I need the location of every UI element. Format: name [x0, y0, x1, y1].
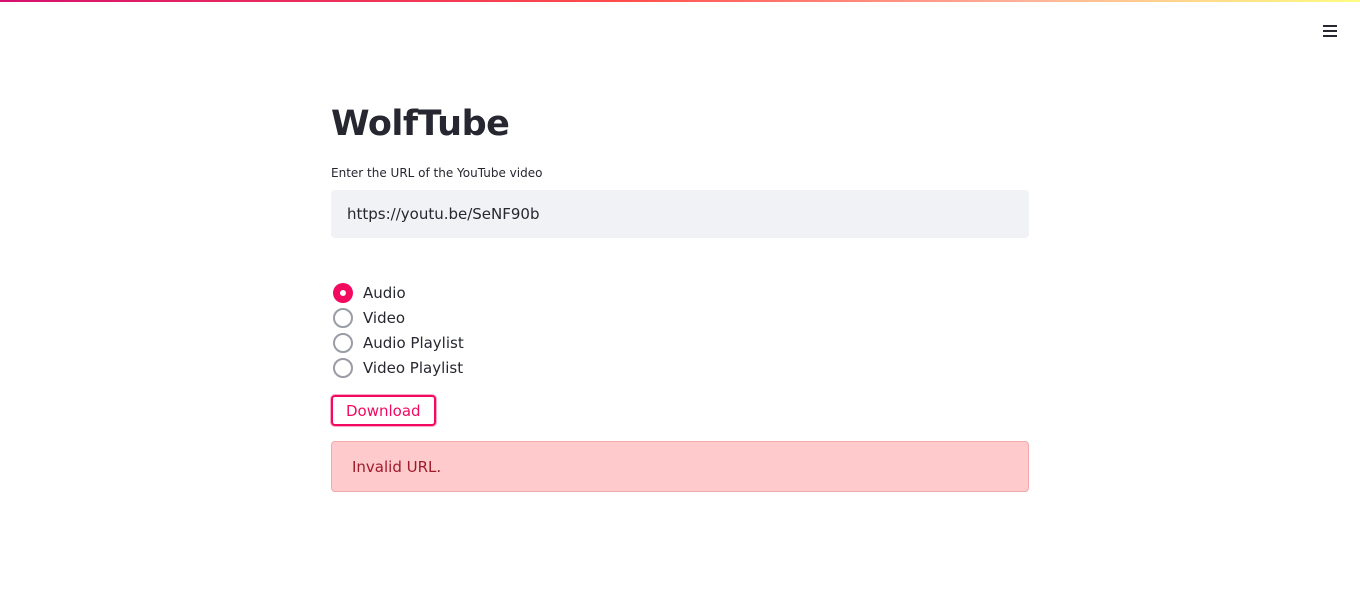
main-menu-button[interactable]	[1316, 18, 1344, 44]
radio-button-checked-icon[interactable]	[333, 282, 353, 303]
radio-option-audio[interactable]: Audio	[331, 280, 464, 305]
radio-option-video-playlist[interactable]: Video Playlist	[331, 355, 464, 380]
radio-option-audio-playlist[interactable]: Audio Playlist	[331, 330, 464, 355]
download-button[interactable]: Download	[331, 395, 436, 426]
error-alert: Invalid URL.	[331, 441, 1029, 492]
radio-label-video-playlist: Video Playlist	[363, 358, 464, 377]
radio-label-audio-playlist: Audio Playlist	[363, 333, 464, 352]
url-input[interactable]	[331, 190, 1029, 238]
radio-button-unchecked-icon[interactable]	[333, 307, 353, 328]
error-message: Invalid URL.	[352, 457, 442, 476]
radio-button-unchecked-icon[interactable]	[333, 357, 353, 378]
radio-button-unchecked-icon[interactable]	[333, 332, 353, 353]
page-title: WolfTube	[331, 104, 510, 144]
url-field-label: Enter the URL of the YouTube video	[331, 166, 543, 180]
radio-label-audio: Audio	[363, 283, 406, 302]
hamburger-menu-icon	[1323, 25, 1337, 37]
download-type-radio-group: Audio Video Audio Playlist Video Playlis…	[331, 280, 464, 380]
radio-option-video[interactable]: Video	[331, 305, 464, 330]
top-decoration-bar	[0, 0, 1360, 2]
radio-label-video: Video	[363, 308, 406, 327]
